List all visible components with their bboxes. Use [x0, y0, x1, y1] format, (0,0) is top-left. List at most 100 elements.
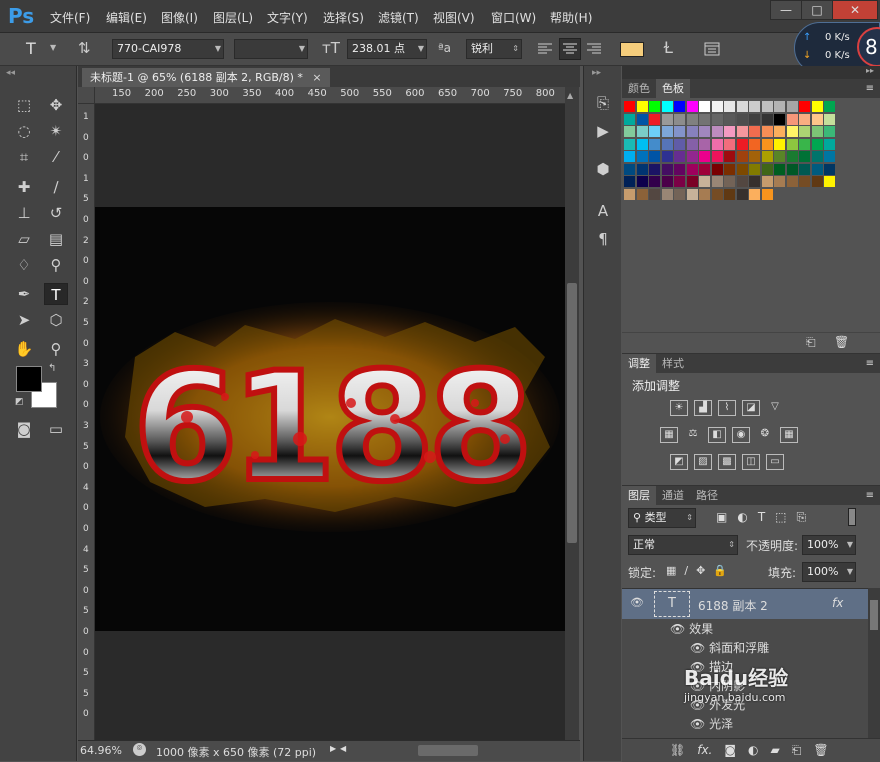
color-swatch[interactable] [749, 138, 760, 150]
channelmixer-icon[interactable]: ❂ [756, 427, 774, 443]
visibility-eye-icon[interactable]: 👁 [630, 596, 644, 609]
layers-scroll-thumb[interactable] [870, 600, 878, 630]
add-mask-icon[interactable]: ◙ [724, 743, 736, 758]
color-swatch[interactable] [636, 188, 648, 200]
pen-tool-icon[interactable]: ✒ [12, 283, 36, 305]
color-swatch[interactable] [674, 188, 685, 200]
color-swatch[interactable] [699, 101, 710, 112]
add-style-icon[interactable]: fx. [697, 743, 712, 758]
orientation-icon[interactable]: ⇅ [78, 39, 91, 57]
document-canvas[interactable]: 6188 [95, 207, 565, 631]
color-swatch[interactable] [761, 188, 773, 200]
dodge-tool-icon[interactable]: ⚲ [44, 254, 68, 276]
color-swatch[interactable] [674, 176, 685, 187]
type-tool-preset-icon[interactable]: T [26, 39, 36, 58]
color-swatch[interactable] [749, 101, 760, 112]
color-swatch[interactable] [649, 113, 660, 125]
colorlookup-icon[interactable]: ▦ [780, 427, 798, 443]
color-swatch[interactable] [774, 126, 785, 137]
color-swatch[interactable] [799, 176, 810, 187]
path-selection-tool-icon[interactable]: ➤ [12, 309, 36, 331]
effect-row[interactable]: 👁 内阴影 [690, 677, 745, 696]
visibility-eye-icon[interactable]: 👁 [690, 698, 709, 712]
default-colors-icon[interactable]: ◩ [15, 397, 24, 407]
color-swatch[interactable] [811, 138, 823, 150]
new-group-icon[interactable]: ▰ [771, 743, 780, 758]
swap-colors-icon[interactable]: ↰ [48, 363, 56, 374]
crop-tool-icon[interactable]: ⌗ [12, 146, 36, 168]
color-swatch[interactable] [736, 138, 748, 150]
tab-adjustments[interactable]: 调整 [622, 354, 656, 373]
color-swatch[interactable] [824, 176, 835, 187]
color-swatch[interactable] [699, 138, 710, 150]
collapse-icon[interactable]: ▸▸ [866, 66, 874, 75]
screen-mode-icon[interactable]: ▭ [44, 418, 68, 440]
link-layers-icon[interactable]: ⛓ [670, 743, 685, 758]
marquee-tool-icon[interactable]: ⬚ [12, 94, 36, 116]
smartobject-filter-icon[interactable]: ⎘ [797, 510, 807, 525]
effect-row[interactable]: 👁 外发光 [690, 696, 745, 715]
color-swatch[interactable] [786, 113, 798, 125]
vertical-scrollbar[interactable]: ▲ [565, 87, 579, 740]
magic-wand-tool-icon[interactable]: ✴ [44, 120, 68, 142]
collapse-icon[interactable]: ▸▸ [592, 68, 601, 78]
color-swatch[interactable] [824, 126, 835, 137]
quick-mask-icon[interactable]: ◙ [12, 418, 36, 440]
color-swatch[interactable] [824, 113, 835, 125]
color-swatch[interactable] [736, 176, 748, 187]
antialias-select[interactable]: 锐利 ⇕ [466, 39, 522, 59]
color-swatch[interactable] [686, 163, 698, 175]
color-swatch[interactable] [711, 163, 723, 175]
effect-row[interactable]: 👁 光泽 [690, 715, 733, 734]
swatch-grid[interactable] [622, 98, 880, 328]
text-color-swatch[interactable] [620, 42, 644, 57]
color-swatch[interactable] [674, 126, 685, 137]
color-swatch[interactable] [686, 188, 698, 200]
color-swatch[interactable] [824, 151, 835, 162]
opacity-input[interactable]: 100% ▼ [802, 535, 856, 555]
tab-paths[interactable]: 路径 [690, 486, 724, 505]
menu-select[interactable]: 选择(S) [323, 9, 364, 26]
color-swatch[interactable] [736, 188, 748, 200]
color-swatch[interactable] [811, 126, 823, 137]
warp-text-icon[interactable]: Ɫ [664, 38, 673, 57]
color-swatch[interactable] [661, 163, 673, 175]
gradient-tool-icon[interactable]: ▤ [44, 228, 68, 250]
effect-row[interactable]: 👁 描边 [690, 658, 733, 677]
tab-layers[interactable]: 图层 [622, 486, 656, 505]
menu-edit[interactable]: 编辑(E) [106, 9, 147, 26]
color-swatch[interactable] [699, 113, 710, 125]
levels-icon[interactable]: ▟ [694, 400, 712, 416]
color-swatch[interactable] [774, 163, 785, 175]
brush-tool-icon[interactable]: ∕ [44, 176, 68, 198]
color-swatch[interactable] [711, 126, 723, 137]
menu-view[interactable]: 视图(V) [433, 9, 475, 26]
color-swatch[interactable] [761, 101, 773, 112]
menu-image[interactable]: 图像(I) [161, 9, 198, 26]
color-swatch[interactable] [749, 188, 760, 200]
color-swatch[interactable] [699, 126, 710, 137]
tab-channels[interactable]: 通道 [656, 486, 690, 505]
gradientmap-icon[interactable]: ▭ [766, 454, 784, 470]
color-swatch[interactable] [774, 138, 785, 150]
layer-filter-select[interactable]: ⚲ 类型 ⇕ [628, 508, 696, 528]
visibility-eye-icon[interactable]: 👁 [690, 641, 709, 655]
color-swatch[interactable] [686, 101, 698, 112]
color-swatch[interactable] [686, 176, 698, 187]
filter-toggle[interactable] [848, 508, 856, 526]
delete-layer-icon[interactable]: 🗑 [813, 743, 828, 758]
color-swatch[interactable] [761, 138, 773, 150]
color-swatch[interactable] [786, 138, 798, 150]
color-swatch[interactable] [799, 138, 810, 150]
align-right-icon[interactable] [586, 41, 602, 57]
curves-icon[interactable]: ⌇ [718, 400, 736, 416]
scroll-up-icon[interactable]: ▲ [567, 91, 573, 100]
blend-mode-select[interactable]: 正常 ⇕ [628, 535, 738, 555]
color-swatch[interactable] [799, 126, 810, 137]
foreground-color-swatch[interactable] [16, 366, 42, 392]
menu-filter[interactable]: 滤镜(T) [378, 9, 419, 26]
tab-styles[interactable]: 样式 [656, 354, 690, 373]
posterize-icon[interactable]: ▨ [694, 454, 712, 470]
layers-scrollbar[interactable] [868, 588, 880, 738]
color-swatch[interactable] [786, 101, 798, 112]
